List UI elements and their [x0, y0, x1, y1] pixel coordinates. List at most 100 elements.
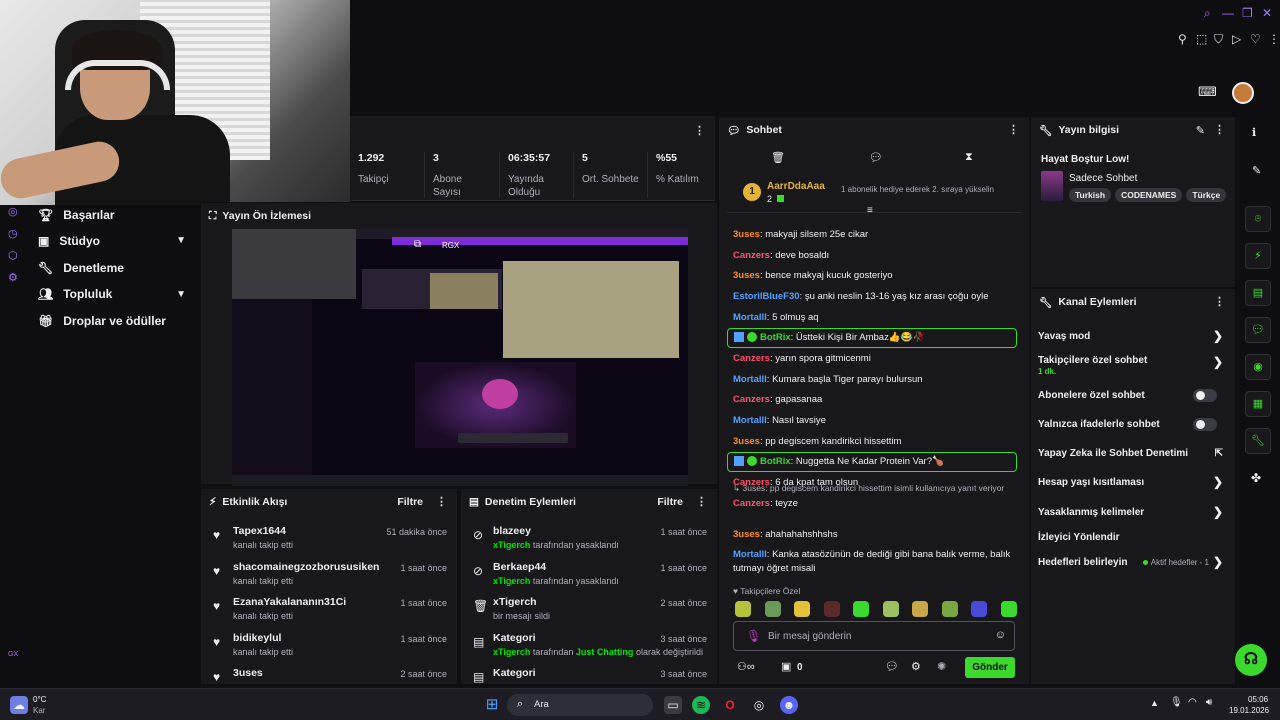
chat-message[interactable]: 3uses: ahahahahshhshs	[733, 528, 1019, 542]
hourglass-icon[interactable]: ⧗	[965, 151, 973, 164]
shield-icon[interactable]: ⛉	[1214, 32, 1223, 47]
settings-icon[interactable]: ⚙	[8, 271, 18, 284]
search-icon[interactable]: ⌕	[1204, 6, 1211, 21]
chat-input[interactable]: 🎙︎ Bir mesaj gönderin ☺	[733, 621, 1015, 651]
chat-username[interactable]: Mortalll	[733, 549, 767, 560]
volume-icon[interactable]: 🔊︎	[1206, 697, 1212, 708]
emoji-icon[interactable]: ☺	[995, 629, 1006, 641]
modlog-target[interactable]: xTigerch	[493, 596, 537, 608]
modlog-row[interactable]: 🗑︎ xTigerch bir mesajı sildi 2 saat önce	[471, 596, 707, 630]
taskbar-search[interactable]: ⌕ Ara	[507, 694, 653, 716]
chat-username[interactable]: Mortalll	[733, 312, 767, 323]
chat-username[interactable]: EstorilBlueF30	[733, 291, 800, 302]
chat-message[interactable]: Mortalll: Nasıl tavsiye	[733, 414, 1019, 428]
chat-message[interactable]: Canzers: deve bosaldı	[733, 249, 1019, 263]
activity-username[interactable]: bidikeylul	[233, 632, 281, 644]
modlog-target[interactable]: blazeey	[493, 525, 531, 537]
modlog-actor[interactable]: xTigerch	[493, 540, 530, 550]
chat-message[interactable]: Mortalll: Kumara başla Tiger parayı bulu…	[733, 373, 1019, 387]
filter-lines-icon[interactable]: ≡	[867, 205, 873, 216]
emote-icon[interactable]	[794, 601, 810, 617]
avatar[interactable]	[1232, 82, 1254, 104]
edit-icon[interactable]: ✎	[1196, 124, 1205, 137]
chat-username[interactable]: 3uses	[733, 229, 760, 240]
modlog-row[interactable]: ▤ Kategori xTigerch tarafından Just Chatti…	[471, 632, 707, 666]
close-icon[interactable]: ✕	[1262, 6, 1272, 20]
more-icon[interactable]: ⋮	[696, 495, 707, 508]
sidebar-item-moderation[interactable]: 🔧︎ Denetleme	[38, 258, 124, 278]
chat-message[interactable]: Canzers: gapasanaa	[733, 393, 1019, 407]
chat-message[interactable]: Canzers: yarın spora gitmicenmi	[733, 352, 1019, 366]
channel-action-row[interactable]: Takipçilere özel sohbet 1 dk. ❯	[1038, 355, 1227, 383]
wrench-icon[interactable]: 🔧︎	[1245, 428, 1271, 454]
sidebar-item-studio[interactable]: ▣ Stüdyo	[38, 231, 188, 251]
emote-icon[interactable]	[912, 601, 928, 617]
chat-message[interactable]: 3uses: bence makyaj kucuk gosteriyo	[733, 269, 1019, 283]
chat-message[interactable]: 3uses: pp degiscem kandirikci hissettim	[733, 435, 1019, 449]
clock-icon[interactable]: ◷	[8, 227, 18, 240]
emote-icon[interactable]	[882, 601, 899, 617]
chat-message[interactable]: 3uses: makyaji silsem 25e cikar	[733, 228, 1019, 242]
app-icon[interactable]: ◎	[750, 696, 768, 714]
channel-action-row[interactable]: İzleyici Yönlendir	[1038, 526, 1227, 548]
more-icon[interactable]: ⋮	[1214, 123, 1225, 136]
channel-action-row[interactable]: Yalnızca ifadelerle sohbet	[1038, 413, 1227, 435]
chat-username[interactable]: Mortalll	[733, 374, 767, 385]
extension-icon[interactable]: ⬡	[8, 249, 18, 262]
emote-icon[interactable]	[971, 601, 987, 617]
menu-icon[interactable]: ⋮	[1268, 32, 1280, 46]
camera-icon[interactable]: ⌾	[1245, 206, 1271, 232]
chat-message[interactable]: Canzers: teyze	[733, 497, 1019, 511]
stream-category[interactable]: Sadece Sohbet	[1069, 173, 1137, 184]
bot-message[interactable]: BotRix: Nuggetta Ne Kadar Protein Var?🍗	[727, 452, 1017, 472]
minimize-icon[interactable]: —	[1222, 6, 1234, 20]
stream-tag[interactable]: CODENAMES	[1115, 188, 1183, 202]
gear-icon[interactable]: ⚙	[911, 660, 921, 673]
opera-gx-icon[interactable]: O	[721, 696, 739, 714]
channel-action-row[interactable]: Yasaklanmış kelimeler ❯	[1038, 501, 1227, 523]
stream-preview-video[interactable]: RGX ⧉	[232, 229, 688, 486]
filter-button[interactable]: Filtre	[397, 496, 423, 508]
chat-username[interactable]: Canzers	[733, 498, 770, 509]
stream-tag[interactable]: Türkçe	[1186, 188, 1227, 202]
modlog-row[interactable]: ⊘ Berkaep44 xTigerch tarafından yasaklandı…	[471, 561, 707, 595]
channel-action-row[interactable]: Yavaş mod ❯	[1038, 325, 1227, 347]
windows-start-icon[interactable]: ⊞	[483, 696, 501, 714]
popout-icon[interactable]: ⧉	[414, 239, 421, 250]
sidebar-item-drops[interactable]: 🎁︎ Droplar ve ödüller	[38, 311, 166, 331]
bot-message[interactable]: BotRix: Üstteki Kişi Bir Ambaz👍😂🥀	[727, 328, 1017, 348]
emote-icon[interactable]	[941, 601, 958, 617]
chevron-down-icon[interactable]: ▼	[176, 235, 186, 246]
chat-bubble-icon[interactable]: 💬︎	[869, 151, 883, 164]
chevron-up-icon[interactable]: ▲	[1150, 698, 1159, 708]
info-icon[interactable]: ℹ	[1252, 126, 1256, 139]
activity-row[interactable]: ♥ bidikeylul kanalı takip etti 1 saat önce	[211, 632, 447, 666]
stream-tag[interactable]: Turkish	[1069, 188, 1112, 202]
mic-icon[interactable]: 🎙︎	[746, 629, 761, 643]
activity-username[interactable]: Tapex1644	[233, 525, 286, 537]
more-icon[interactable]: ⋮	[436, 495, 447, 508]
filter-button[interactable]: Filtre	[657, 496, 683, 508]
play-icon[interactable]: ▷	[1232, 32, 1241, 46]
activity-username[interactable]: 3uses	[233, 667, 263, 679]
chat-username[interactable]: Canzers	[733, 353, 770, 364]
modlog-row[interactable]: ⊘ blazeey xTigerch tarafından yasaklandı 1 …	[471, 525, 707, 559]
microphone-icon[interactable]: 🎙︎	[1170, 697, 1183, 708]
activity-row[interactable]: ♥ shacomainegzozborususiken kanalı takip e…	[211, 561, 447, 595]
layout-icon[interactable]: ▦	[1245, 391, 1271, 417]
chevron-down-icon[interactable]: ▼	[176, 289, 186, 300]
emote-icon[interactable]	[1000, 601, 1017, 617]
sidebar-item-achievements[interactable]: 🏆︎ Başarılar	[38, 205, 115, 225]
more-icon[interactable]: ⋮	[694, 124, 705, 137]
badge-icon[interactable]: ✺	[937, 660, 946, 673]
modlog-actor[interactable]: xTigerch	[493, 647, 530, 657]
activity-row[interactable]: ♥ EzanaYakalananın31Ci kanalı takip etti 1 …	[211, 596, 447, 630]
chat-username[interactable]: Canzers	[733, 394, 770, 405]
snapshot-icon[interactable]: ⬚	[1196, 32, 1207, 46]
heart-icon[interactable]: ♡	[1250, 32, 1261, 46]
chat-username[interactable]: 3uses	[733, 436, 760, 447]
chat-username[interactable]: Mortalll	[733, 415, 767, 426]
infinity-icon[interactable]: ⚇∞	[737, 660, 755, 673]
emote-icon[interactable]	[853, 601, 869, 617]
chat-username[interactable]: 3uses	[733, 270, 760, 281]
